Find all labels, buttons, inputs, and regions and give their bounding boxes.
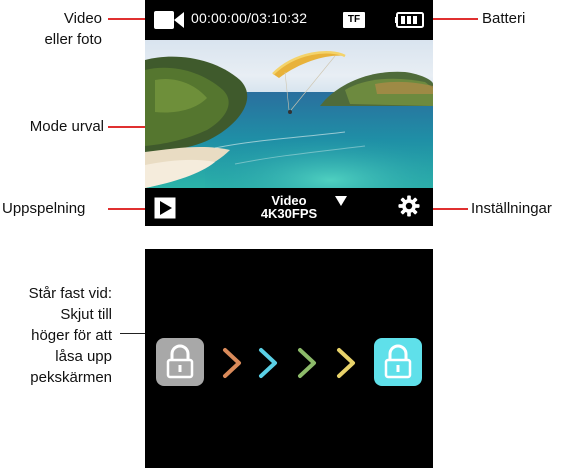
label-video-photo: Video eller foto [22, 8, 102, 50]
lock-screen [145, 249, 433, 468]
lock-icon[interactable] [156, 338, 204, 386]
recording-timer: 00:00:00/03:10:32 [191, 10, 308, 26]
chevron-right-icon [223, 348, 241, 378]
tf-card-icon: TF [343, 12, 365, 28]
seascape-image [145, 40, 433, 188]
label-playback: Uppspelning [2, 200, 86, 217]
mode-setting: 4K30FPS [260, 206, 318, 221]
label-video-photo-line1: Video [63, 10, 102, 27]
gear-icon[interactable] [398, 195, 420, 217]
lock-text-line2: Skjut till [60, 306, 112, 323]
battery-icon [395, 12, 424, 28]
play-icon[interactable] [154, 197, 176, 219]
chevron-right-icon [259, 348, 277, 378]
lock-text-line4: låsa upp [55, 348, 112, 365]
video-camera-icon[interactable] [154, 10, 184, 30]
label-battery: Batteri [482, 10, 526, 27]
camera-preview-screen: 00:00:00/03:10:32 TF Video 4K30FPS [145, 0, 433, 226]
lock-text-line1: Står fast vid: [28, 285, 112, 302]
label-mode-select: Mode urval [29, 118, 104, 135]
unlock-icon[interactable] [374, 338, 422, 386]
live-preview-image [145, 40, 433, 188]
label-settings: Inställningar [471, 200, 552, 217]
control-bar: Video 4K30FPS [145, 188, 433, 226]
mode-selector[interactable]: Video 4K30FPS [257, 194, 321, 220]
pointer-video-photo [108, 18, 148, 20]
pointer-battery [430, 18, 478, 20]
chevron-right-icon [337, 348, 355, 378]
chevron-right-icon [298, 348, 316, 378]
label-lock-instructions: Står fast vid: Skjut till höger för att … [0, 283, 112, 388]
status-bar: 00:00:00/03:10:32 TF [145, 0, 433, 40]
label-video-photo-line2: eller foto [44, 31, 102, 48]
triangle-down-icon[interactable] [335, 196, 347, 206]
lock-text-line3: höger för att [31, 327, 112, 344]
lock-text-line5: pekskärmen [30, 369, 112, 386]
